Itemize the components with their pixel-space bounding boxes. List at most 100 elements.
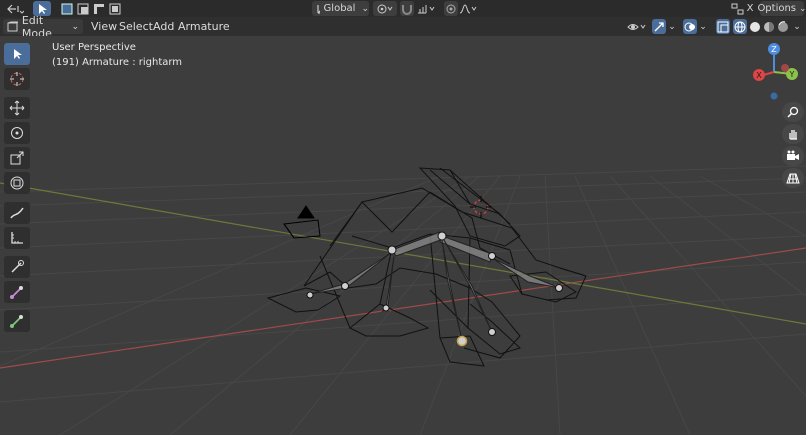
select-extend-icon	[77, 3, 89, 14]
select-mode-extend-button[interactable]	[76, 1, 90, 16]
visibility-dropdown[interactable]	[626, 19, 648, 34]
tool-transform[interactable]	[4, 172, 30, 194]
cursor-icon	[10, 72, 24, 86]
x-axis-line	[0, 247, 806, 369]
tool-move[interactable]	[4, 97, 30, 119]
xray-toggle-button[interactable]	[716, 19, 730, 34]
scale-icon	[10, 151, 24, 165]
window-icon	[731, 3, 744, 14]
viewport-header: Edit Mode ⌄ View Select Add Armature ⌄ ⌄…	[0, 14, 806, 40]
select-invert-icon	[109, 3, 121, 14]
mesh-wireframe	[266, 167, 587, 367]
tool-bone-roll[interactable]	[4, 256, 30, 278]
rendered-shading-button[interactable]	[776, 19, 790, 34]
solid-shading-button[interactable]	[748, 19, 762, 34]
viewport-scene	[0, 165, 806, 435]
gizmo-icon	[654, 21, 664, 31]
object-info-label: (191) Armature : rightarm	[52, 57, 183, 68]
move-icon	[9, 100, 25, 116]
camera-view-button[interactable]	[782, 146, 804, 166]
tool-rotate[interactable]	[4, 122, 30, 144]
falloff-dropdown[interactable]	[459, 1, 479, 16]
overlay-icon	[684, 22, 695, 31]
negative-y-axis-ball[interactable]	[781, 64, 789, 72]
navigation-gizmo[interactable]: Z Y X	[744, 42, 804, 102]
material-sphere-icon	[764, 21, 774, 32]
pan-button[interactable]	[782, 124, 804, 144]
options-label: Options	[757, 3, 797, 14]
select-box-icon	[14, 49, 22, 59]
menu-add[interactable]: Add	[153, 20, 174, 33]
bone-roll-icon	[11, 260, 24, 273]
select-mode-subtract-button[interactable]	[92, 1, 106, 16]
chevron-down-icon: ⌄	[699, 21, 707, 32]
gizmo-dropdown[interactable]: ⌄	[667, 19, 677, 34]
tool-measure[interactable]	[4, 227, 30, 249]
tool-extrude[interactable]	[4, 281, 30, 303]
rendered-sphere-icon	[778, 20, 788, 32]
bone-joints	[306, 231, 563, 347]
scene-options-area[interactable]: X	[728, 1, 756, 16]
chevron-down-icon: ⌄	[361, 3, 369, 14]
transform-icon	[10, 176, 24, 190]
tool-select-box[interactable]	[4, 43, 30, 65]
proportional-edit-icon	[446, 4, 456, 13]
magnet-icon	[402, 4, 412, 15]
mode-dropdown[interactable]: Edit Mode ⌄	[3, 14, 83, 40]
chevron-down-icon: ⌄	[71, 21, 79, 32]
zoom-button[interactable]	[782, 102, 804, 122]
xray-icon	[717, 21, 729, 32]
proportional-edit-toggle[interactable]	[444, 1, 458, 16]
eye-icon	[627, 23, 646, 30]
overlay-toggle-button[interactable]	[683, 19, 697, 34]
options-dropdown[interactable]: Options ⌄	[757, 1, 806, 16]
extrude-icon	[10, 286, 23, 299]
grid-perspective-icon	[786, 173, 800, 184]
menu-armature[interactable]: Armature	[178, 20, 230, 33]
snap-increment-icon	[418, 4, 435, 13]
transform-orientation-dropdown[interactable]: Global ⌄	[312, 1, 369, 16]
x-axis-label: X	[756, 71, 762, 80]
edit-mode-icon	[7, 21, 18, 32]
tool-scale[interactable]	[4, 147, 30, 169]
hand-pan-icon	[789, 130, 797, 140]
top-toolbar: Global ⌄ X Options ⌄	[0, 0, 806, 18]
camera-icon	[787, 150, 799, 160]
floor-grid	[0, 165, 806, 435]
zoom-icon	[787, 106, 799, 118]
falloff-curve-icon	[459, 3, 477, 13]
y-axis-label: Y	[789, 70, 795, 79]
solid-sphere-icon	[750, 21, 760, 32]
measure-icon	[11, 232, 23, 244]
perspective-toggle-button[interactable]	[782, 168, 804, 188]
material-shading-button[interactable]	[762, 19, 776, 34]
orientation-label: Global	[323, 3, 356, 14]
3d-viewport[interactable]: User Perspective (191) Armature : righta…	[0, 36, 806, 435]
select-mode-invert-button[interactable]	[108, 1, 122, 16]
wireframe-sphere-icon	[734, 21, 746, 32]
chevron-down-icon: ⌄	[668, 21, 676, 32]
select-subtract-icon	[94, 3, 104, 14]
orientation-axes-icon	[317, 4, 320, 14]
chevron-down-icon: ⌄	[793, 21, 801, 32]
negative-z-axis-ball[interactable]	[770, 92, 778, 100]
shading-dropdown[interactable]: ⌄	[791, 19, 803, 34]
snap-target-dropdown[interactable]	[416, 1, 438, 16]
rotate-icon	[11, 127, 23, 139]
close-label: X	[746, 3, 754, 14]
snap-toggle-button[interactable]	[400, 1, 414, 16]
bone-size-icon	[10, 315, 23, 328]
menu-view[interactable]: View	[91, 20, 117, 33]
tool-cursor[interactable]	[4, 68, 30, 90]
tool-bone-size[interactable]	[4, 310, 30, 332]
annotate-icon	[10, 207, 24, 219]
pivot-point-icon	[377, 4, 393, 13]
pivot-point-dropdown[interactable]	[373, 1, 397, 16]
perspective-label: User Perspective	[52, 42, 136, 53]
z-axis-label: Z	[771, 45, 777, 54]
tool-annotate[interactable]	[4, 202, 30, 224]
gizmo-toggle-button[interactable]	[652, 19, 666, 34]
overlay-dropdown[interactable]: ⌄	[698, 19, 708, 34]
wireframe-shading-button[interactable]	[733, 19, 747, 34]
menu-select[interactable]: Select	[119, 20, 153, 33]
